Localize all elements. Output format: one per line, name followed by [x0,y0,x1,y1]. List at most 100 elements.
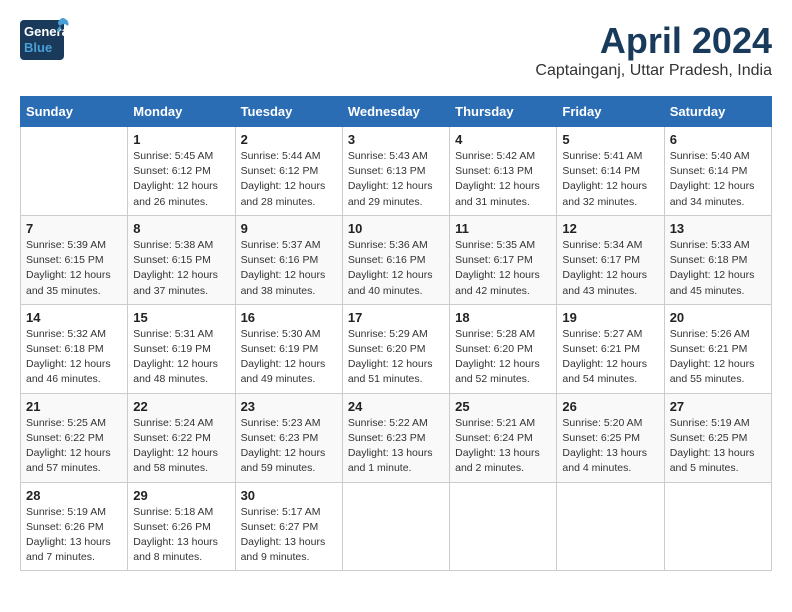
day-number: 9 [241,221,337,236]
logo-bird-icon [52,16,72,36]
title-block: April 2024 Captainganj, Uttar Pradesh, I… [535,20,772,80]
day-info: Sunrise: 5:19 AM Sunset: 6:26 PM Dayligh… [26,505,122,566]
day-number: 6 [670,132,766,147]
day-number: 28 [26,488,122,503]
location: Captainganj, Uttar Pradesh, India [535,62,772,80]
day-cell: 9Sunrise: 5:37 AM Sunset: 6:16 PM Daylig… [235,215,342,304]
day-number: 18 [455,310,551,325]
week-row-2: 7Sunrise: 5:39 AM Sunset: 6:15 PM Daylig… [21,215,772,304]
day-info: Sunrise: 5:36 AM Sunset: 6:16 PM Dayligh… [348,238,444,299]
logo-blue: Blue [24,40,64,56]
day-cell: 27 Sunrise: 5:19 AM Sunset: 6:25 PM Dayli… [664,393,771,482]
day-cell: 21 Sunrise: 5:25 AM Sunset: 6:22 PM Dayli… [21,393,128,482]
day-cell: 15Sunrise: 5:31 AM Sunset: 6:19 PM Dayli… [128,304,235,393]
day-info: Sunrise: 5:43 AM Sunset: 6:13 PM Dayligh… [348,149,444,210]
day-cell: 1Sunrise: 5:45 AM Sunset: 6:12 PM Daylig… [128,127,235,216]
day-cell: 6 Sunrise: 5:40 AM Sunset: 6:14 PM Daylig… [664,127,771,216]
day-number: 20 [670,310,766,325]
column-header-friday: Friday [557,97,664,127]
day-cell: 30 Sunrise: 5:17 AM Sunset: 6:27 PM Dayli… [235,482,342,571]
column-header-sunday: Sunday [21,97,128,127]
day-cell [450,482,557,571]
day-cell: 4 Sunrise: 5:42 AM Sunset: 6:13 PM Daylig… [450,127,557,216]
day-number: 5 [562,132,658,147]
day-cell [342,482,449,571]
day-info: Sunrise: 5:24 AM Sunset: 6:22 PM Dayligh… [133,416,229,477]
day-number: 12 [562,221,658,236]
day-cell: 2 Sunrise: 5:44 AM Sunset: 6:12 PM Daylig… [235,127,342,216]
day-number: 11 [455,221,551,236]
day-info: Sunrise: 5:35 AM Sunset: 6:17 PM Dayligh… [455,238,551,299]
day-number: 2 [241,132,337,147]
day-cell: 10 Sunrise: 5:36 AM Sunset: 6:16 PM Dayli… [342,215,449,304]
day-info: Sunrise: 5:44 AM Sunset: 6:12 PM Dayligh… [241,149,337,210]
header-row: SundayMondayTuesdayWednesdayThursdayFrid… [21,97,772,127]
day-info: Sunrise: 5:22 AM Sunset: 6:23 PM Dayligh… [348,416,444,477]
day-cell: 12 Sunrise: 5:34 AM Sunset: 6:17 PM Dayli… [557,215,664,304]
day-number: 8 [133,221,229,236]
day-number: 29 [133,488,229,503]
day-cell: 24 Sunrise: 5:22 AM Sunset: 6:23 PM Dayli… [342,393,449,482]
column-header-saturday: Saturday [664,97,771,127]
day-number: 3 [348,132,444,147]
day-cell [664,482,771,571]
day-number: 26 [562,399,658,414]
day-number: 10 [348,221,444,236]
day-info: Sunrise: 5:18 AM Sunset: 6:26 PM Dayligh… [133,505,229,566]
day-cell: 3 Sunrise: 5:43 AM Sunset: 6:13 PM Daylig… [342,127,449,216]
day-cell: 16Sunrise: 5:30 AM Sunset: 6:19 PM Dayli… [235,304,342,393]
day-number: 27 [670,399,766,414]
day-number: 19 [562,310,658,325]
day-number: 25 [455,399,551,414]
calendar-table: SundayMondayTuesdayWednesdayThursdayFrid… [20,96,772,571]
month-title: April 2024 [535,20,772,62]
day-cell: 20 Sunrise: 5:26 AM Sunset: 6:21 PM Dayli… [664,304,771,393]
day-number: 4 [455,132,551,147]
day-cell: 7Sunrise: 5:39 AM Sunset: 6:15 PM Daylig… [21,215,128,304]
day-info: Sunrise: 5:32 AM Sunset: 6:18 PM Dayligh… [26,327,122,388]
day-number: 24 [348,399,444,414]
day-number: 7 [26,221,122,236]
week-row-3: 14 Sunrise: 5:32 AM Sunset: 6:18 PM Dayli… [21,304,772,393]
day-cell: 23 Sunrise: 5:23 AM Sunset: 6:23 PM Dayli… [235,393,342,482]
day-info: Sunrise: 5:25 AM Sunset: 6:22 PM Dayligh… [26,416,122,477]
day-info: Sunrise: 5:42 AM Sunset: 6:13 PM Dayligh… [455,149,551,210]
day-info: Sunrise: 5:41 AM Sunset: 6:14 PM Dayligh… [562,149,658,210]
day-cell: 11 Sunrise: 5:35 AM Sunset: 6:17 PM Dayli… [450,215,557,304]
column-header-wednesday: Wednesday [342,97,449,127]
column-header-thursday: Thursday [450,97,557,127]
day-number: 14 [26,310,122,325]
day-info: Sunrise: 5:38 AM Sunset: 6:15 PM Dayligh… [133,238,229,299]
day-info: Sunrise: 5:30 AM Sunset: 6:19 PM Dayligh… [241,327,337,388]
day-number: 13 [670,221,766,236]
day-info: Sunrise: 5:34 AM Sunset: 6:17 PM Dayligh… [562,238,658,299]
day-info: Sunrise: 5:45 AM Sunset: 6:12 PM Dayligh… [133,149,229,210]
day-cell: 8 Sunrise: 5:38 AM Sunset: 6:15 PM Daylig… [128,215,235,304]
day-cell [557,482,664,571]
day-number: 23 [241,399,337,414]
day-info: Sunrise: 5:40 AM Sunset: 6:14 PM Dayligh… [670,149,766,210]
day-cell: 13Sunrise: 5:33 AM Sunset: 6:18 PM Dayli… [664,215,771,304]
page-header: General Blue April 2024 Captainganj, Utt… [20,20,772,80]
day-info: Sunrise: 5:28 AM Sunset: 6:20 PM Dayligh… [455,327,551,388]
column-header-tuesday: Tuesday [235,97,342,127]
day-info: Sunrise: 5:31 AM Sunset: 6:19 PM Dayligh… [133,327,229,388]
day-cell: 26Sunrise: 5:20 AM Sunset: 6:25 PM Dayli… [557,393,664,482]
logo: General Blue [20,20,64,60]
day-cell: 5 Sunrise: 5:41 AM Sunset: 6:14 PM Daylig… [557,127,664,216]
day-cell: 29 Sunrise: 5:18 AM Sunset: 6:26 PM Dayli… [128,482,235,571]
day-info: Sunrise: 5:27 AM Sunset: 6:21 PM Dayligh… [562,327,658,388]
day-cell: 25 Sunrise: 5:21 AM Sunset: 6:24 PM Dayli… [450,393,557,482]
day-info: Sunrise: 5:21 AM Sunset: 6:24 PM Dayligh… [455,416,551,477]
day-info: Sunrise: 5:19 AM Sunset: 6:25 PM Dayligh… [670,416,766,477]
day-info: Sunrise: 5:17 AM Sunset: 6:27 PM Dayligh… [241,505,337,566]
day-number: 21 [26,399,122,414]
week-row-4: 21 Sunrise: 5:25 AM Sunset: 6:22 PM Dayli… [21,393,772,482]
day-cell: 14 Sunrise: 5:32 AM Sunset: 6:18 PM Dayli… [21,304,128,393]
day-info: Sunrise: 5:26 AM Sunset: 6:21 PM Dayligh… [670,327,766,388]
day-cell: 28 Sunrise: 5:19 AM Sunset: 6:26 PM Dayli… [21,482,128,571]
day-info: Sunrise: 5:23 AM Sunset: 6:23 PM Dayligh… [241,416,337,477]
week-row-1: 1Sunrise: 5:45 AM Sunset: 6:12 PM Daylig… [21,127,772,216]
day-cell: 18 Sunrise: 5:28 AM Sunset: 6:20 PM Dayli… [450,304,557,393]
day-number: 30 [241,488,337,503]
